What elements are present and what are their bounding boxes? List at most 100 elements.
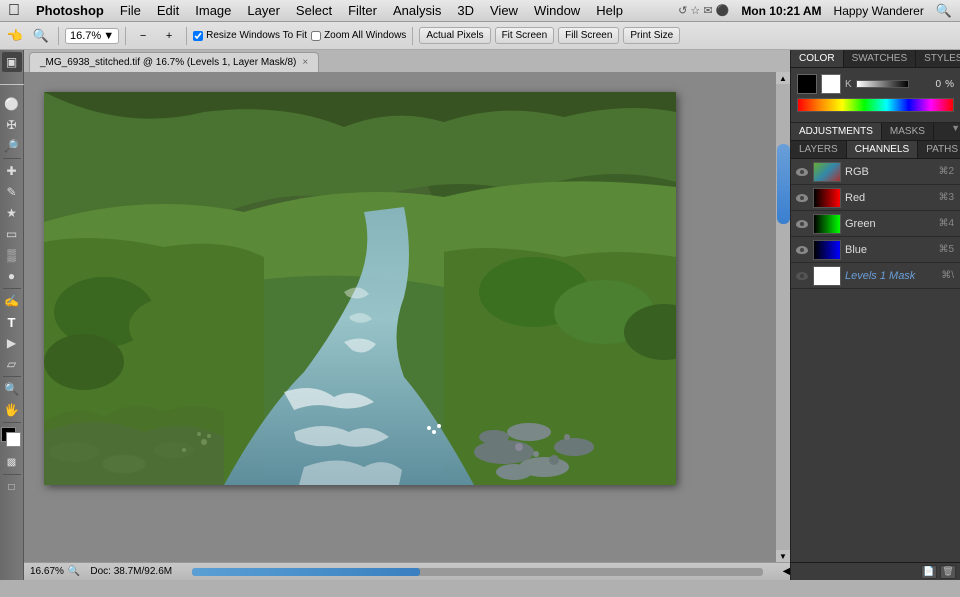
scroll-up-arrow[interactable]: ▲ — [776, 72, 791, 84]
tab-bar: _MG_6938_stitched.tif @ 16.7% (Levels 1,… — [24, 50, 790, 72]
fg-color-row: K 0 % — [797, 74, 954, 94]
fill-screen-btn[interactable]: Fill Screen — [558, 27, 619, 44]
zoom-icon-small[interactable]: 🔍 — [68, 566, 80, 577]
path-select-tool[interactable]: ▶ — [2, 333, 22, 353]
channel-mask-shortcut: ⌘\ — [941, 270, 954, 281]
brush-tool[interactable]: ✎ — [2, 182, 22, 202]
eye-rgb[interactable] — [795, 165, 809, 179]
actual-pixels-btn[interactable]: Actual Pixels — [419, 27, 490, 44]
zoom-all-check[interactable]: Zoom All Windows — [311, 30, 406, 41]
zoom-dropdown[interactable]: 16.7% ▼ — [65, 28, 119, 44]
channel-green-shortcut: ⌘4 — [938, 218, 954, 229]
close-tab-icon[interactable]: × — [302, 57, 308, 68]
channel-blue[interactable]: Blue ⌘5 — [791, 237, 960, 263]
tab-channels[interactable]: CHANNELS — [847, 141, 918, 158]
channel-red[interactable]: Red ⌘3 — [791, 185, 960, 211]
tool-sep3 — [3, 376, 21, 377]
canvas-area: _MG_6938_stitched.tif @ 16.7% (Levels 1,… — [24, 50, 790, 580]
tab-paths[interactable]: PATHS — [918, 141, 960, 158]
tool-sep1 — [3, 158, 21, 159]
menu-3d[interactable]: 3D — [449, 1, 482, 20]
zoom-in-icon[interactable]: + — [158, 25, 180, 47]
zoom-icon[interactable]: 🔍 — [30, 25, 52, 47]
search-icon[interactable]: 🔍 — [936, 3, 952, 19]
menu-file[interactable]: File — [112, 1, 149, 20]
menu-edit[interactable]: Edit — [149, 1, 187, 20]
eyedropper-tool[interactable]: 🔎 — [2, 136, 22, 156]
document-tab[interactable]: _MG_6938_stitched.tif @ 16.7% (Levels 1,… — [29, 52, 319, 72]
vertical-scrollbar[interactable]: ▲ ▼ — [775, 72, 790, 562]
menu-analysis[interactable]: Analysis — [385, 1, 449, 20]
tab-color[interactable]: COLOR — [791, 50, 844, 67]
menu-photoshop[interactable]: Photoshop — [28, 1, 112, 20]
shape-tool[interactable]: ▱ — [2, 354, 22, 374]
menu-bar:  Photoshop File Edit Image Layer Select… — [0, 0, 960, 22]
screen-mode-icon[interactable]: □ — [2, 477, 22, 497]
fg-bg-colors[interactable] — [1, 427, 23, 449]
scroll-left-icon[interactable]: ◀ — [783, 566, 790, 577]
bg-swatch[interactable] — [821, 74, 841, 94]
resize-windows-check[interactable]: Resize Windows To Fit — [193, 30, 307, 41]
menu-view[interactable]: View — [482, 1, 526, 20]
gradient-tool[interactable]: ▒ — [2, 245, 22, 265]
k-unit: % — [945, 79, 954, 90]
eye-red[interactable] — [795, 191, 809, 205]
channel-rgb[interactable]: RGB ⌘2 — [791, 159, 960, 185]
menu-filter[interactable]: Filter — [340, 1, 385, 20]
zoom-canvas-tool[interactable]: 🔍 — [2, 379, 22, 399]
heal-tool[interactable]: ✚ — [2, 161, 22, 181]
channel-levels-mask[interactable]: Levels 1 Mask ⌘\ — [791, 263, 960, 289]
canvas-scroll-area[interactable] — [24, 72, 775, 562]
scroll-down-arrow[interactable]: ▼ — [776, 550, 791, 562]
selection-tool[interactable]: ▣ — [2, 52, 22, 72]
eye-blue[interactable] — [795, 243, 809, 257]
eye-mask[interactable] — [795, 269, 809, 283]
menu-select[interactable]: Select — [288, 1, 340, 20]
text-tool[interactable]: T — [2, 312, 22, 332]
dodge-tool[interactable]: ● — [2, 266, 22, 286]
tab-styles[interactable]: STYLES — [916, 50, 960, 67]
adjustments-tabs: ADJUSTMENTS MASKS ▼ — [791, 123, 960, 141]
k-label: K — [845, 79, 852, 90]
eye-red-icon — [796, 194, 808, 202]
adjustments-panel: ADJUSTMENTS MASKS ▼ — [791, 122, 960, 141]
tab-swatches[interactable]: SWATCHES — [844, 50, 917, 67]
eraser-tool[interactable]: ▭ — [2, 224, 22, 244]
tab-masks[interactable]: MASKS — [882, 123, 934, 140]
channel-red-label: Red — [845, 192, 934, 204]
tool-sep4 — [3, 422, 21, 423]
hand-tool-icon[interactable]: 👈 — [4, 25, 26, 47]
k-value: 0 — [913, 79, 941, 90]
stamp-tool[interactable]: ★ — [2, 203, 22, 223]
crop-tool[interactable]: ✠ — [2, 115, 22, 135]
zoom-level: 16.67% — [30, 566, 64, 577]
tab-layers[interactable]: LAYERS — [791, 141, 847, 158]
zoom-out-icon[interactable]: − — [132, 25, 154, 47]
quick-select-tool[interactable]: ⚪ — [2, 94, 22, 114]
menu-window[interactable]: Window — [526, 1, 588, 20]
eye-green[interactable] — [795, 217, 809, 231]
pen-tool[interactable]: ✍ — [2, 291, 22, 311]
document-canvas — [44, 92, 676, 485]
delete-channel-btn[interactable]: 🗑 — [940, 565, 956, 579]
lasso-tool[interactable]: ⸻ — [2, 73, 22, 93]
menu-layer[interactable]: Layer — [239, 1, 288, 20]
tab-adjustments[interactable]: ADJUSTMENTS — [791, 123, 882, 140]
print-size-btn[interactable]: Print Size — [623, 27, 680, 44]
apple-menu[interactable]:  — [8, 2, 20, 20]
hand-canvas-tool[interactable]: 🖐 — [2, 400, 22, 420]
fit-screen-btn[interactable]: Fit Screen — [495, 27, 555, 44]
menu-image[interactable]: Image — [187, 1, 239, 20]
channel-green-label: Green — [845, 218, 934, 230]
channel-mask-label: Levels 1 Mask — [845, 270, 937, 282]
sep4 — [412, 27, 413, 45]
new-channel-btn[interactable]: 📄 — [921, 565, 937, 579]
adj-panel-collapse[interactable]: ▼ — [951, 123, 960, 140]
scroll-thumb[interactable] — [777, 144, 790, 224]
k-slider[interactable] — [856, 80, 909, 88]
fg-swatch[interactable] — [797, 74, 817, 94]
quick-mask-icon[interactable]: ▩ — [2, 452, 22, 472]
color-spectrum[interactable] — [797, 98, 954, 112]
menu-help[interactable]: Help — [588, 1, 631, 20]
channel-green[interactable]: Green ⌘4 — [791, 211, 960, 237]
